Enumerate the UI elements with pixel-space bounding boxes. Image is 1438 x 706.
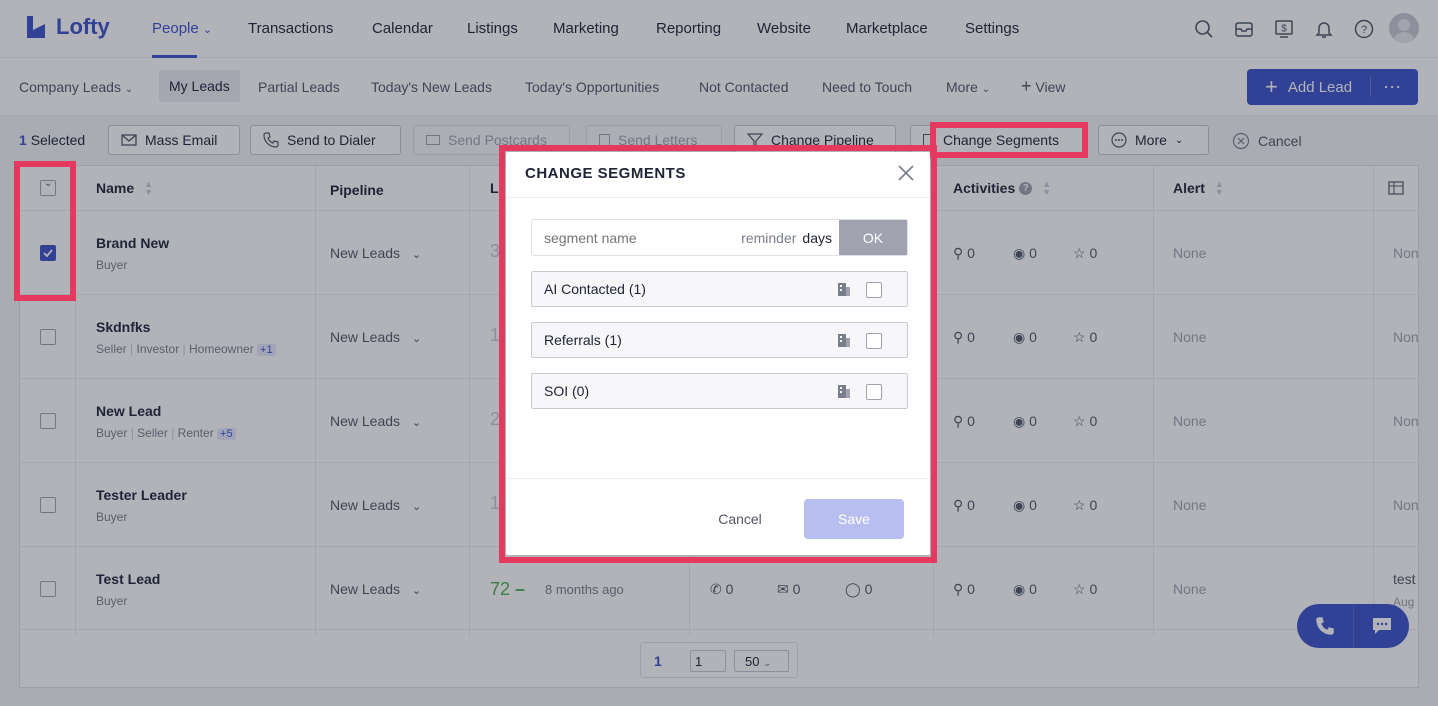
highlight-change-segments: [930, 122, 1088, 158]
highlight-modal: [499, 145, 937, 563]
highlight-selected-checkbox: [14, 161, 76, 301]
